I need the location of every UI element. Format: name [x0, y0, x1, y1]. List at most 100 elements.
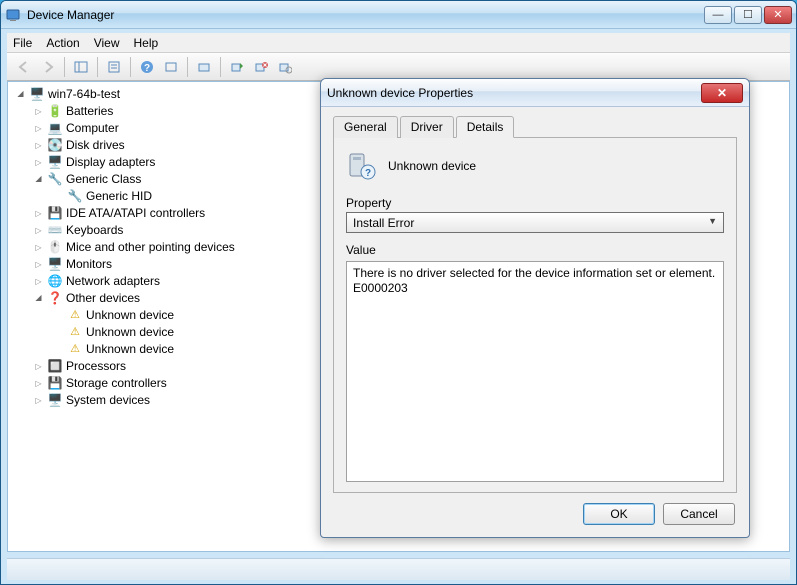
expander-icon[interactable] [32, 105, 45, 118]
tab-driver[interactable]: Driver [400, 116, 454, 138]
dialog-titlebar[interactable]: Unknown device Properties ✕ [321, 79, 749, 107]
warning-icon [67, 308, 83, 324]
property-label: Property [346, 196, 724, 210]
expander-icon[interactable] [32, 173, 45, 186]
other-icon: ❓ [47, 291, 63, 307]
value-line: E0000203 [353, 281, 717, 296]
tree-label: Generic HID [86, 188, 152, 205]
disk-icon: 💽 [47, 138, 63, 154]
expander-icon[interactable] [32, 377, 45, 390]
help-button[interactable]: ? [136, 56, 158, 78]
tree-label: Processors [66, 358, 126, 375]
tree-label: Batteries [66, 103, 113, 120]
menu-action[interactable]: Action [46, 36, 79, 50]
expander-icon [52, 190, 65, 203]
expander-icon [52, 343, 65, 356]
cancel-button[interactable]: Cancel [663, 503, 735, 525]
warning-icon [67, 342, 83, 358]
forward-button [37, 56, 59, 78]
toolbar-separator [130, 57, 131, 77]
svg-text:?: ? [365, 168, 371, 179]
close-button[interactable]: ✕ [764, 6, 792, 24]
tab-details[interactable]: Details [456, 116, 515, 138]
ide-icon: 💾 [47, 206, 63, 222]
expander-icon[interactable] [32, 139, 45, 152]
menubar: File Action View Help [7, 33, 790, 53]
network-icon: 🌐 [47, 274, 63, 290]
expander-icon[interactable] [32, 156, 45, 169]
tab-general[interactable]: General [333, 116, 398, 138]
expander-icon[interactable] [32, 275, 45, 288]
properties-dialog: Unknown device Properties ✕ General Driv… [320, 78, 750, 538]
expander-icon[interactable] [32, 258, 45, 271]
tree-label: Unknown device [86, 324, 174, 341]
app-icon [5, 7, 21, 23]
dialog-tabs: General Driver Details [333, 115, 737, 138]
tree-label: Disk drives [66, 137, 125, 154]
disable-button[interactable] [274, 56, 296, 78]
toolbar: ? [7, 53, 790, 81]
storage-icon: 💾 [47, 376, 63, 392]
battery-icon: 🔋 [47, 104, 63, 120]
back-button [13, 56, 35, 78]
titlebar[interactable]: Device Manager — ☐ ✕ [1, 1, 796, 29]
monitor-icon: 🖥️ [47, 257, 63, 273]
expander-icon [52, 326, 65, 339]
expander-icon[interactable] [32, 122, 45, 135]
expander-icon[interactable] [14, 88, 27, 101]
toolbar-separator [97, 57, 98, 77]
tree-label: Display adapters [66, 154, 155, 171]
menu-file[interactable]: File [13, 36, 32, 50]
device-icon: ? [346, 150, 378, 182]
system-icon: 🖥️ [47, 393, 63, 409]
dialog-body: General Driver Details ? Unknown device … [321, 107, 749, 537]
minimize-button[interactable]: — [704, 6, 732, 24]
tree-label: Monitors [66, 256, 112, 273]
cpu-icon: 🔲 [47, 359, 63, 375]
toolbar-separator [64, 57, 65, 77]
svg-text:?: ? [144, 63, 150, 74]
property-dropdown[interactable]: Install Error [346, 212, 724, 233]
tree-label: win7-64b-test [48, 86, 120, 103]
show-hide-tree-button[interactable] [70, 56, 92, 78]
value-line: There is no driver selected for the devi… [353, 266, 717, 281]
value-label: Value [346, 243, 724, 257]
menu-view[interactable]: View [94, 36, 120, 50]
window-buttons: — ☐ ✕ [704, 6, 792, 24]
tree-label: IDE ATA/ATAPI controllers [66, 205, 205, 222]
device-icon: 🔧 [67, 189, 83, 205]
tree-label: Network adapters [66, 273, 160, 290]
tree-label: Computer [66, 120, 119, 137]
expander-icon[interactable] [32, 394, 45, 407]
value-box[interactable]: There is no driver selected for the devi… [346, 261, 724, 482]
computer-icon: 🖥️ [29, 87, 45, 103]
warning-icon [67, 325, 83, 341]
toolbar-separator [187, 57, 188, 77]
maximize-button[interactable]: ☐ [734, 6, 762, 24]
window-title: Device Manager [27, 8, 704, 22]
expander-icon[interactable] [32, 241, 45, 254]
menu-help[interactable]: Help [134, 36, 159, 50]
property-selected: Install Error [353, 216, 414, 230]
dialog-close-button[interactable]: ✕ [701, 83, 743, 103]
mouse-icon: 🖱️ [47, 240, 63, 256]
tree-label: Mice and other pointing devices [66, 239, 235, 256]
device-icon: 🔧 [47, 172, 63, 188]
action-button[interactable] [160, 56, 182, 78]
update-driver-button[interactable] [226, 56, 248, 78]
ok-button[interactable]: OK [583, 503, 655, 525]
scan-hardware-button[interactable] [193, 56, 215, 78]
uninstall-button[interactable] [250, 56, 272, 78]
tree-label: Other devices [66, 290, 140, 307]
tree-label: Storage controllers [66, 375, 167, 392]
computer-icon: 💻 [47, 121, 63, 137]
display-icon: 🖥️ [47, 155, 63, 171]
expander-icon[interactable] [32, 292, 45, 305]
expander-icon[interactable] [32, 360, 45, 373]
expander-icon[interactable] [32, 207, 45, 220]
statusbar [7, 558, 790, 580]
device-name: Unknown device [388, 159, 476, 173]
tree-label: Unknown device [86, 307, 174, 324]
expander-icon[interactable] [32, 224, 45, 237]
properties-button[interactable] [103, 56, 125, 78]
